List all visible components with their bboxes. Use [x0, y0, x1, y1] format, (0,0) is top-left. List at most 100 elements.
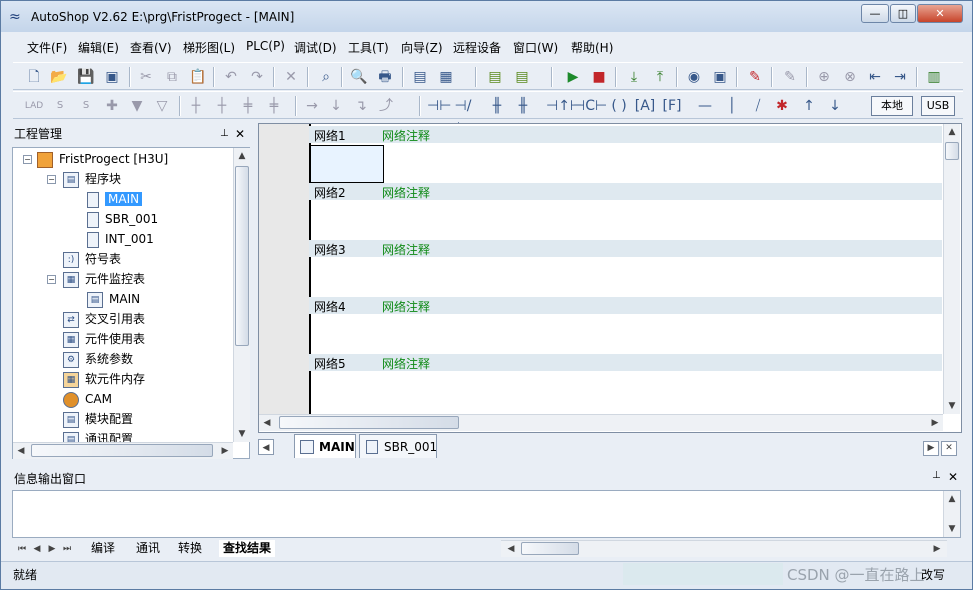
tree-module-config[interactable]: ▤ 模块配置 [63, 410, 133, 429]
scroll-up-icon[interactable]: ▲ [944, 491, 960, 507]
scroll-down-icon[interactable]: ▼ [944, 398, 960, 414]
redo-icon[interactable]: ↷ [246, 66, 268, 88]
edit-value-icon[interactable]: ✎ [744, 66, 766, 88]
pin-icon[interactable]: ⊥ [220, 124, 229, 144]
tree-int[interactable]: INT_001 [87, 230, 154, 249]
tree-cross-ref[interactable]: ⇄ 交叉引用表 [63, 310, 145, 329]
paste-icon[interactable]: 📋 [187, 66, 209, 88]
new-file-icon[interactable]: 🗋 [23, 66, 45, 88]
print-icon[interactable]: 🖶 [374, 66, 396, 88]
down-arrow-icon[interactable]: ↓ [824, 95, 846, 117]
scroll-down-icon[interactable]: ▼ [234, 426, 250, 442]
scroll-thumb[interactable] [235, 166, 249, 346]
up-line-icon[interactable]: ⤴ [375, 95, 397, 117]
tree-sys-params[interactable]: ⚙ 系统参数 [63, 350, 133, 369]
monitor-table-icon[interactable]: ▣ [709, 66, 731, 88]
compile-icon[interactable]: ▤ [484, 66, 506, 88]
menu-debug[interactable]: 调试(D) [294, 39, 337, 56]
output-horizontal-scrollbar[interactable]: ◀ ▶ [501, 540, 947, 557]
upload-icon[interactable]: ⤒ [649, 66, 671, 88]
menu-edit[interactable]: 编辑(E) [78, 39, 119, 56]
scroll-thumb[interactable] [521, 542, 579, 555]
import-icon[interactable]: ⇤ [864, 66, 886, 88]
download-icon[interactable]: ⤓ [623, 66, 645, 88]
next-tab-icon[interactable]: ▶ [44, 541, 60, 557]
window-layout-icon[interactable]: ▤ [409, 66, 431, 88]
local-button[interactable]: 本地 [871, 96, 913, 116]
parallel-no-contact-icon[interactable]: ╫ [486, 95, 508, 117]
stl-mode-icon[interactable]: S [75, 95, 97, 117]
output-tab-comm[interactable]: 通讯 [136, 540, 160, 557]
instruction-icon[interactable]: [A] [634, 95, 656, 117]
nc-contact-icon[interactable]: ⊣/⊢ [452, 95, 474, 136]
chart-icon[interactable]: ▥ [923, 66, 945, 88]
network-row[interactable]: 网络5 网络注释 [309, 354, 942, 411]
scroll-thumb[interactable] [279, 416, 459, 429]
tab-scroll-left-icon[interactable]: ◀ [258, 439, 274, 455]
function-icon[interactable]: [F] [661, 95, 683, 117]
undo-icon[interactable]: ↶ [220, 66, 242, 88]
scroll-left-icon[interactable]: ◀ [13, 443, 29, 459]
network-row[interactable]: 网络4 网络注释 [309, 297, 942, 354]
collapse-icon[interactable]: − [23, 155, 32, 164]
tree-cam[interactable]: CAM [63, 390, 112, 409]
stop-icon[interactable]: ■ [588, 66, 610, 88]
panel-close-icon[interactable]: ✕ [948, 470, 958, 484]
network-comment[interactable]: 网络注释 [382, 127, 430, 144]
delete-branch-icon[interactable]: ╪ [263, 95, 285, 117]
delete-icon[interactable]: ✕ [280, 66, 302, 88]
insert-row-icon[interactable]: ▼ [126, 95, 148, 117]
tree-usage-table[interactable]: ▦ 元件使用表 [63, 330, 145, 349]
delete-hwire-icon[interactable]: ⧸ [747, 95, 769, 117]
view-dropdown-icon[interactable]: ▦ [435, 66, 457, 88]
restore-button[interactable]: ◫ [890, 4, 916, 23]
tree-main[interactable]: MAIN [87, 190, 143, 209]
tab-close-icon[interactable]: ✕ [941, 441, 957, 456]
sfc-mode-icon[interactable]: S [49, 95, 71, 117]
menu-tools[interactable]: 工具(T) [348, 39, 389, 56]
editor-horizontal-scrollbar[interactable]: ◀ ▶ [259, 414, 943, 431]
menu-file[interactable]: 文件(F) [27, 39, 67, 56]
menu-window[interactable]: 窗口(W) [513, 39, 558, 56]
tree-vertical-scrollbar[interactable]: ▲ ▼ [233, 148, 250, 442]
network-comment[interactable]: 网络注释 [382, 184, 430, 201]
cut-icon[interactable]: ✂ [135, 66, 157, 88]
coil-icon[interactable]: ( ) [608, 95, 630, 117]
save-icon[interactable]: 💾 [75, 66, 97, 88]
parallel-nc-contact-icon[interactable]: ╫ [512, 95, 534, 117]
scroll-right-icon[interactable]: ▶ [927, 415, 943, 431]
open-folder-icon[interactable]: 📂 [48, 66, 70, 88]
first-tab-icon[interactable]: ⏮ [14, 541, 30, 557]
menu-help[interactable]: 帮助(H) [571, 39, 613, 56]
delete-row-icon[interactable]: ▽ [151, 95, 173, 117]
run-icon[interactable]: ▶ [562, 66, 584, 88]
prev-tab-icon[interactable]: ◀ [29, 541, 45, 557]
ladder-cell-cursor[interactable] [310, 145, 384, 183]
output-tab-find-results[interactable]: 查找结果 [219, 540, 276, 557]
network-comment[interactable]: 网络注释 [382, 241, 430, 258]
scroll-thumb[interactable] [31, 444, 213, 457]
output-text-area[interactable]: ▲ ▼ [12, 490, 961, 538]
copy-icon[interactable]: ⧉ [161, 66, 183, 88]
scroll-thumb[interactable] [945, 142, 959, 160]
scroll-up-icon[interactable]: ▲ [234, 148, 250, 164]
print-preview-icon[interactable]: 🔍 [348, 66, 370, 88]
scroll-right-icon[interactable]: ▶ [217, 443, 233, 459]
scroll-down-icon[interactable]: ▼ [944, 521, 960, 537]
close-button[interactable]: ✕ [917, 4, 963, 23]
tab-scroll-right-icon[interactable]: ▶ [923, 441, 939, 456]
menu-view[interactable]: 查看(V) [130, 39, 172, 56]
menu-wizard[interactable]: 向导(Z) [401, 39, 443, 56]
insert-junction-icon[interactable]: ✚ [101, 95, 123, 117]
tree-monitor-table[interactable]: ▦ 元件监控表 [63, 270, 145, 289]
insert-branch-icon[interactable]: ╪ [237, 95, 259, 117]
corner-line-icon[interactable]: ↴ [350, 95, 372, 117]
menu-ladder[interactable]: 梯形图(L) [183, 39, 235, 56]
editor-vertical-scrollbar[interactable]: ▲ ▼ [943, 124, 960, 414]
find-binoculars-icon[interactable]: ⌕ [315, 66, 337, 88]
hline-icon[interactable]: → [301, 95, 323, 117]
output-tab-convert[interactable]: 转换 [178, 540, 202, 557]
up-arrow-icon[interactable]: ↑ [798, 95, 820, 117]
last-tab-icon[interactable]: ⏭ [59, 541, 75, 557]
export-icon[interactable]: ⇥ [889, 66, 911, 88]
